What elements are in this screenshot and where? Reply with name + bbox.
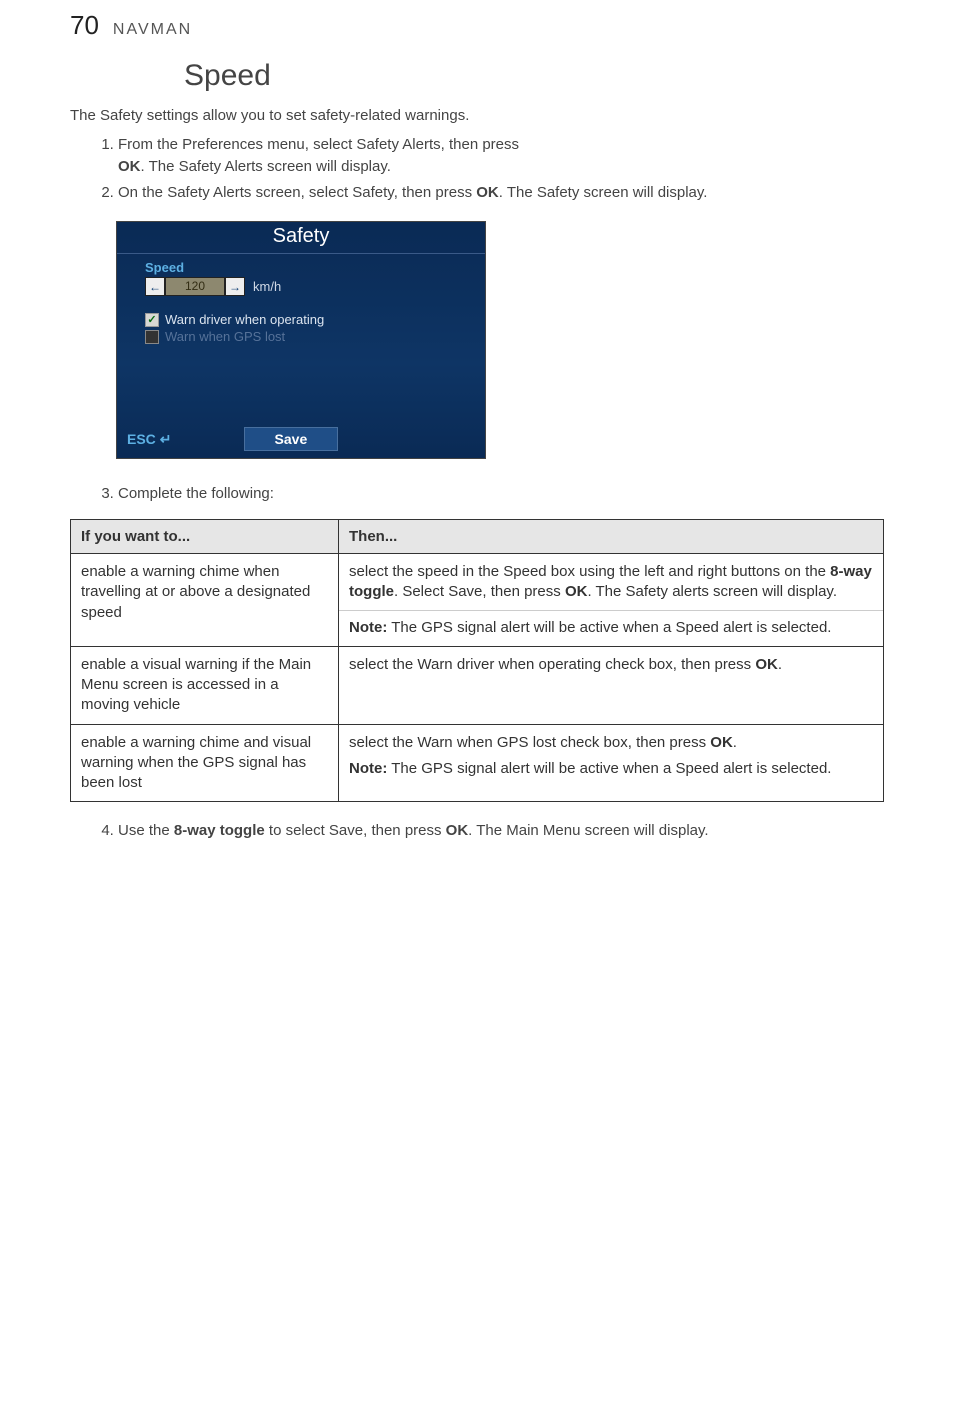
intro-text: The Safety settings allow you to set saf… — [70, 107, 884, 124]
screenshot-title: Safety — [117, 222, 485, 254]
step-1: From the Preferences menu, select Safety… — [118, 134, 884, 178]
speed-stepper[interactable]: ← 120 → km/h — [145, 277, 485, 296]
step-1-text-b: . The Safety Alerts screen will display. — [141, 158, 391, 175]
row3-right-c: . — [733, 734, 737, 751]
step-4-toggle: 8-way toggle — [174, 822, 265, 839]
table-row: enable a warning chime when travelling a… — [71, 554, 884, 647]
warn-driver-label: Warn driver when operating — [165, 312, 324, 327]
speed-value: 120 — [165, 277, 225, 296]
step-4-b: to select Save, then press — [265, 822, 446, 839]
speed-section-label: Speed — [145, 260, 485, 275]
row3-right-a: select the Warn when GPS lost check box,… — [349, 734, 710, 751]
arrow-left-icon: ← — [149, 280, 161, 294]
step-2-text-a: On the Safety Alerts screen, select Safe… — [118, 184, 476, 201]
row3-note-text: The GPS signal alert will be active when… — [387, 760, 831, 777]
warn-gps-checkbox[interactable] — [145, 330, 159, 344]
table-row: enable a visual warning if the Main Menu… — [71, 646, 884, 724]
safety-screen-screenshot: Safety Speed ← 120 → km/h ✓ Warn driver … — [116, 221, 486, 459]
row1-left: enable a warning chime when travelling a… — [81, 562, 328, 623]
row2-right-c: . — [778, 656, 782, 673]
section-title: Speed — [184, 59, 884, 93]
row1-right-ok: OK — [565, 583, 588, 600]
warn-driver-checkbox-row[interactable]: ✓ Warn driver when operating — [145, 312, 485, 327]
row1-note-label: Note: — [349, 619, 387, 636]
row1-note-text: The GPS signal alert will be active when… — [387, 619, 831, 636]
esc-label: ESC — [127, 431, 156, 447]
row1-right-c: . Select Save, then press — [394, 583, 565, 600]
table-row: enable a warning chime and visual warnin… — [71, 724, 884, 802]
speed-unit-label: km/h — [253, 279, 281, 294]
speed-decrement-button[interactable]: ← — [145, 277, 165, 296]
step-1-text-a: From the Preferences menu, select Safety… — [118, 136, 519, 153]
step-2: On the Safety Alerts screen, select Safe… — [118, 182, 884, 204]
page-number: 70 — [70, 10, 99, 41]
speed-increment-button[interactable]: → — [225, 277, 245, 296]
row3-left: enable a warning chime and visual warnin… — [81, 733, 328, 794]
step-4-ok: OK — [446, 822, 469, 839]
step-2-text-b: . The Safety screen will display. — [499, 184, 708, 201]
row2-right-ok: OK — [755, 656, 778, 673]
instruction-table: If you want to... Then... enable a warni… — [70, 519, 884, 802]
esc-button[interactable]: ESC ↵ — [127, 431, 172, 448]
row3-right-ok: OK — [710, 734, 733, 751]
step-1-ok: OK — [118, 158, 141, 175]
step-4-c: . The Main Menu screen will display. — [468, 822, 708, 839]
step-3: Complete the following: — [118, 483, 884, 505]
step-2-ok: OK — [476, 184, 499, 201]
enter-icon: ↵ — [160, 431, 172, 448]
brand-label: NAVMAN — [113, 21, 192, 39]
row2-left: enable a visual warning if the Main Menu… — [81, 655, 328, 716]
warn-gps-label: Warn when GPS lost — [165, 329, 285, 344]
arrow-right-icon: → — [229, 280, 241, 294]
row2-right-a: select the Warn driver when operating ch… — [349, 656, 755, 673]
table-header-left: If you want to... — [71, 520, 339, 554]
step-4: Use the 8-way toggle to select Save, the… — [118, 820, 884, 842]
row3-note-label: Note: — [349, 760, 387, 777]
table-header-right: Then... — [339, 520, 884, 554]
step-4-a: Use the — [118, 822, 174, 839]
row1-right-e: . The Safety alerts screen will display. — [587, 583, 837, 600]
warn-driver-checkbox[interactable]: ✓ — [145, 313, 159, 327]
save-button[interactable]: Save — [244, 427, 339, 451]
page-header: 70 NAVMAN — [70, 10, 884, 41]
warn-gps-checkbox-row[interactable]: Warn when GPS lost — [145, 329, 485, 344]
row1-right-a: select the speed in the Speed box using … — [349, 563, 830, 580]
